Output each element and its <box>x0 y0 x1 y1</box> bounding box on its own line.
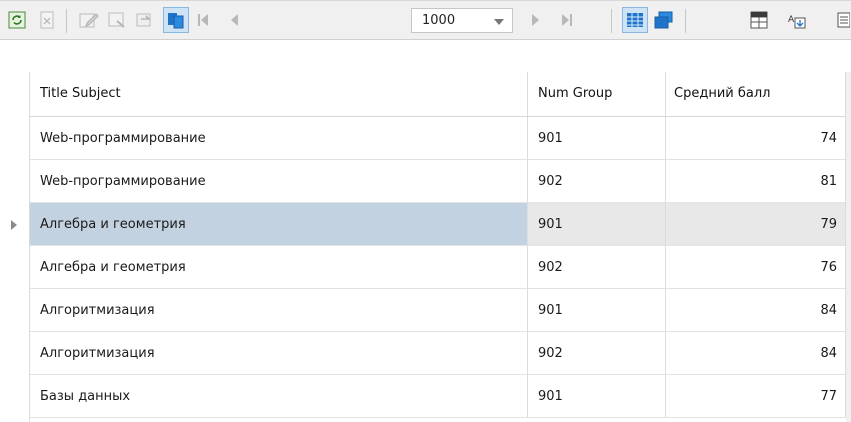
page-size-select[interactable]: 1000 <box>411 8 513 33</box>
table-row[interactable]: Алгоритмизация 901 84 <box>0 289 851 332</box>
save-icon[interactable] <box>104 7 130 33</box>
cell-title-subject[interactable]: Базы данных <box>30 375 528 418</box>
cell-num-group[interactable]: 901 <box>528 203 666 246</box>
table-row[interactable]: Алгебра и геометрия 901 79 <box>0 203 851 246</box>
current-row-indicator-icon <box>11 220 17 230</box>
prev-page-icon[interactable] <box>221 7 247 33</box>
toolbar-separator <box>611 9 612 33</box>
column-header-num-group[interactable]: Num Group <box>528 72 666 116</box>
column-header-title-subject[interactable]: Title Subject <box>30 72 528 116</box>
table-row[interactable]: Web-программирование 902 81 <box>0 160 851 203</box>
cell-title-subject[interactable]: Алгоритмизация <box>30 289 528 332</box>
vertical-scrollbar[interactable] <box>846 72 851 422</box>
copy-icon[interactable] <box>163 7 189 33</box>
cancel-icon[interactable] <box>34 7 60 33</box>
export-icon[interactable]: A <box>784 7 810 33</box>
cell-num-group[interactable]: 901 <box>528 375 666 418</box>
table-row[interactable]: Алгоритмизация 902 84 <box>0 332 851 375</box>
last-page-icon[interactable] <box>554 7 580 33</box>
cell-title-subject[interactable]: Алгоритмизация <box>30 332 528 375</box>
table-row[interactable]: Алгебра и геометрия 902 76 <box>0 246 851 289</box>
next-page-icon[interactable] <box>523 7 549 33</box>
edit-icon[interactable] <box>76 7 102 33</box>
cell-num-group[interactable]: 901 <box>528 117 666 160</box>
cell-num-group[interactable]: 902 <box>528 160 666 203</box>
toolbar-separator <box>66 9 67 33</box>
table-icon[interactable] <box>746 7 772 33</box>
grid-header: Title Subject Num Group Средний балл <box>30 72 846 117</box>
cell-avg-score[interactable]: 77 <box>666 375 846 418</box>
toolbar: 1000 A <box>0 0 851 40</box>
cell-num-group[interactable]: 902 <box>528 246 666 289</box>
cell-avg-score[interactable]: 79 <box>666 203 846 246</box>
column-header-avg-score[interactable]: Средний балл <box>666 72 846 116</box>
cell-num-group[interactable]: 902 <box>528 332 666 375</box>
first-page-icon[interactable] <box>190 7 216 33</box>
chevron-down-icon[interactable] <box>494 19 504 25</box>
cell-title-subject[interactable]: Web-программирование <box>30 117 528 160</box>
cell-avg-score[interactable]: 74 <box>666 117 846 160</box>
grid-view-icon[interactable] <box>622 7 648 33</box>
cell-title-subject[interactable]: Алгебра и геометрия <box>30 203 528 246</box>
cell-avg-score[interactable]: 81 <box>666 160 846 203</box>
toolbar-separator <box>685 9 686 33</box>
cell-title-subject[interactable]: Web-программирование <box>30 160 528 203</box>
refresh-icon[interactable] <box>4 7 30 33</box>
table-row[interactable]: Базы данных 901 77 <box>0 375 851 418</box>
window-icon[interactable] <box>651 7 677 33</box>
cell-avg-score[interactable]: 84 <box>666 289 846 332</box>
panel-icon[interactable] <box>830 7 851 33</box>
table-row[interactable]: Web-программирование 901 74 <box>0 117 851 160</box>
revert-icon[interactable] <box>132 7 158 33</box>
cell-title-subject[interactable]: Алгебра и геометрия <box>30 246 528 289</box>
svg-text:A: A <box>788 15 795 25</box>
cell-num-group[interactable]: 901 <box>528 289 666 332</box>
cell-avg-score[interactable]: 84 <box>666 332 846 375</box>
page-size-value: 1000 <box>422 13 456 28</box>
cell-avg-score[interactable]: 76 <box>666 246 846 289</box>
